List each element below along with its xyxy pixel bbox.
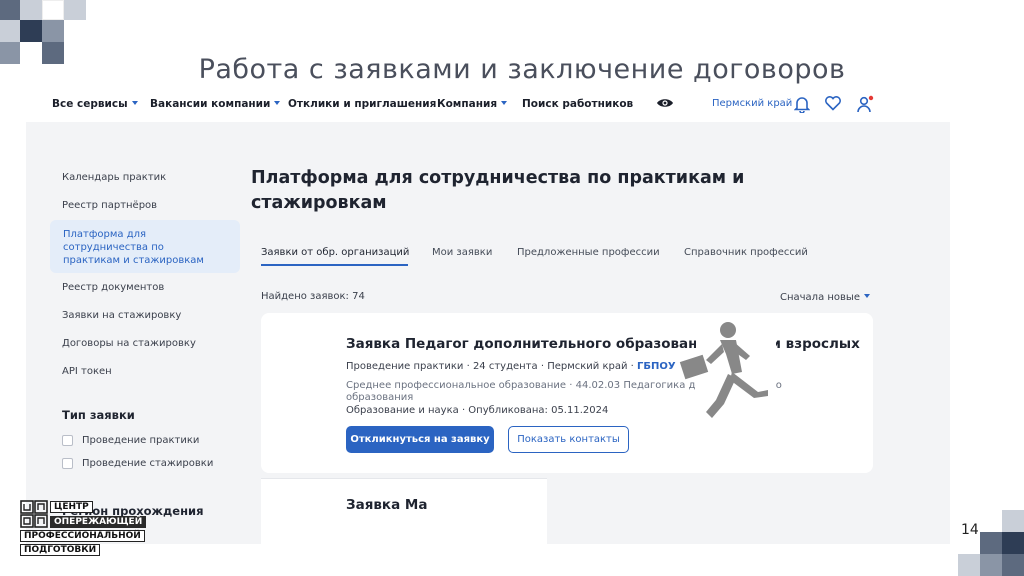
request-card-2-title[interactable]: Заявка Ма xyxy=(346,497,427,513)
filter-label-practice: Проведение практики xyxy=(82,435,200,446)
chevron-down-icon xyxy=(131,101,138,105)
logo-line-3: ПРОФЕССИОНАЛЬНОЙ xyxy=(20,530,145,542)
tab-my-requests[interactable]: Мои заявки xyxy=(432,247,492,258)
sidebar-item-internship-requests[interactable]: Заявки на стажировку xyxy=(62,310,181,321)
filter-label-internship: Проведение стажировки xyxy=(82,458,214,469)
filter-heading-type: Тип заявки xyxy=(62,408,135,422)
show-contacts-button[interactable]: Показать контакты xyxy=(508,426,629,453)
sidebar-item-api-token[interactable]: API токен xyxy=(62,366,112,377)
chevron-down-icon xyxy=(863,294,870,298)
page-number: 14 xyxy=(961,522,979,538)
sidebar-item-partners[interactable]: Реестр партнёров xyxy=(62,200,157,211)
respond-button[interactable]: Откликнуться на заявку xyxy=(346,426,494,453)
runner-with-briefcase-illustration xyxy=(676,320,776,429)
region-selector[interactable]: Пермский край xyxy=(712,98,792,109)
page-title: Платформа для сотрудничества по практика… xyxy=(251,168,745,213)
filter-checkbox-practice[interactable] xyxy=(62,435,73,446)
chevron-down-icon xyxy=(274,101,281,105)
nav-company[interactable]: Компания xyxy=(437,98,508,110)
request-card-sphere: Образование и наука · Опубликована: 05.1… xyxy=(346,405,609,416)
logo-mark-icon xyxy=(20,500,48,528)
sidebar-item-internship-contracts[interactable]: Договоры на стажировку xyxy=(62,338,196,349)
nav-search-workers[interactable]: Поиск работников xyxy=(522,98,633,110)
nav-responses[interactable]: Отклики и приглашения xyxy=(288,98,436,110)
org-link[interactable]: ГБПОУ xyxy=(637,361,676,372)
sidebar xyxy=(26,122,252,544)
eye-icon[interactable] xyxy=(656,95,674,114)
chevron-down-icon xyxy=(501,101,508,105)
tab-professions-directory[interactable]: Справочник профессий xyxy=(684,247,808,258)
user-icon[interactable] xyxy=(856,95,874,116)
request-card-meta: Проведение практики · 24 студента · Перм… xyxy=(346,361,676,372)
logo-line-1: ЦЕНТР xyxy=(50,501,93,513)
results-count: Найдено заявок: 74 xyxy=(261,291,365,302)
nav-company-vacancies[interactable]: Вакансии компании xyxy=(150,98,281,110)
sidebar-item-documents[interactable]: Реестр документов xyxy=(62,282,164,293)
nav-all-services[interactable]: Все сервисы xyxy=(52,98,138,110)
logo-line-4: ПОДГОТОВКИ xyxy=(20,544,101,556)
heart-icon[interactable] xyxy=(824,95,842,114)
slide-title: Работа с заявками и заключение договоров xyxy=(198,54,846,85)
tab-edu-requests[interactable]: Заявки от обр. организаций xyxy=(261,247,409,258)
logo-line-2: ОПЕРЕЖАЮЩЕЙ xyxy=(50,516,147,528)
bell-icon[interactable] xyxy=(793,95,811,116)
sort-dropdown[interactable]: Сначала новые xyxy=(780,292,870,303)
cpp-logo xyxy=(20,500,48,532)
filter-checkbox-internship[interactable] xyxy=(62,458,73,469)
top-navigation: Все сервисы Вакансии компании Отклики и … xyxy=(26,92,950,118)
tab-proposed-professions[interactable]: Предложенные профессии xyxy=(517,247,660,258)
tab-active-underline xyxy=(261,264,408,266)
sidebar-item-platform-label: Платформа для сотрудничества по практика… xyxy=(63,229,204,266)
sidebar-item-calendar[interactable]: Календарь практик xyxy=(62,172,166,183)
request-card-title[interactable]: Заявка Педагог дополнительного образован… xyxy=(346,336,860,352)
